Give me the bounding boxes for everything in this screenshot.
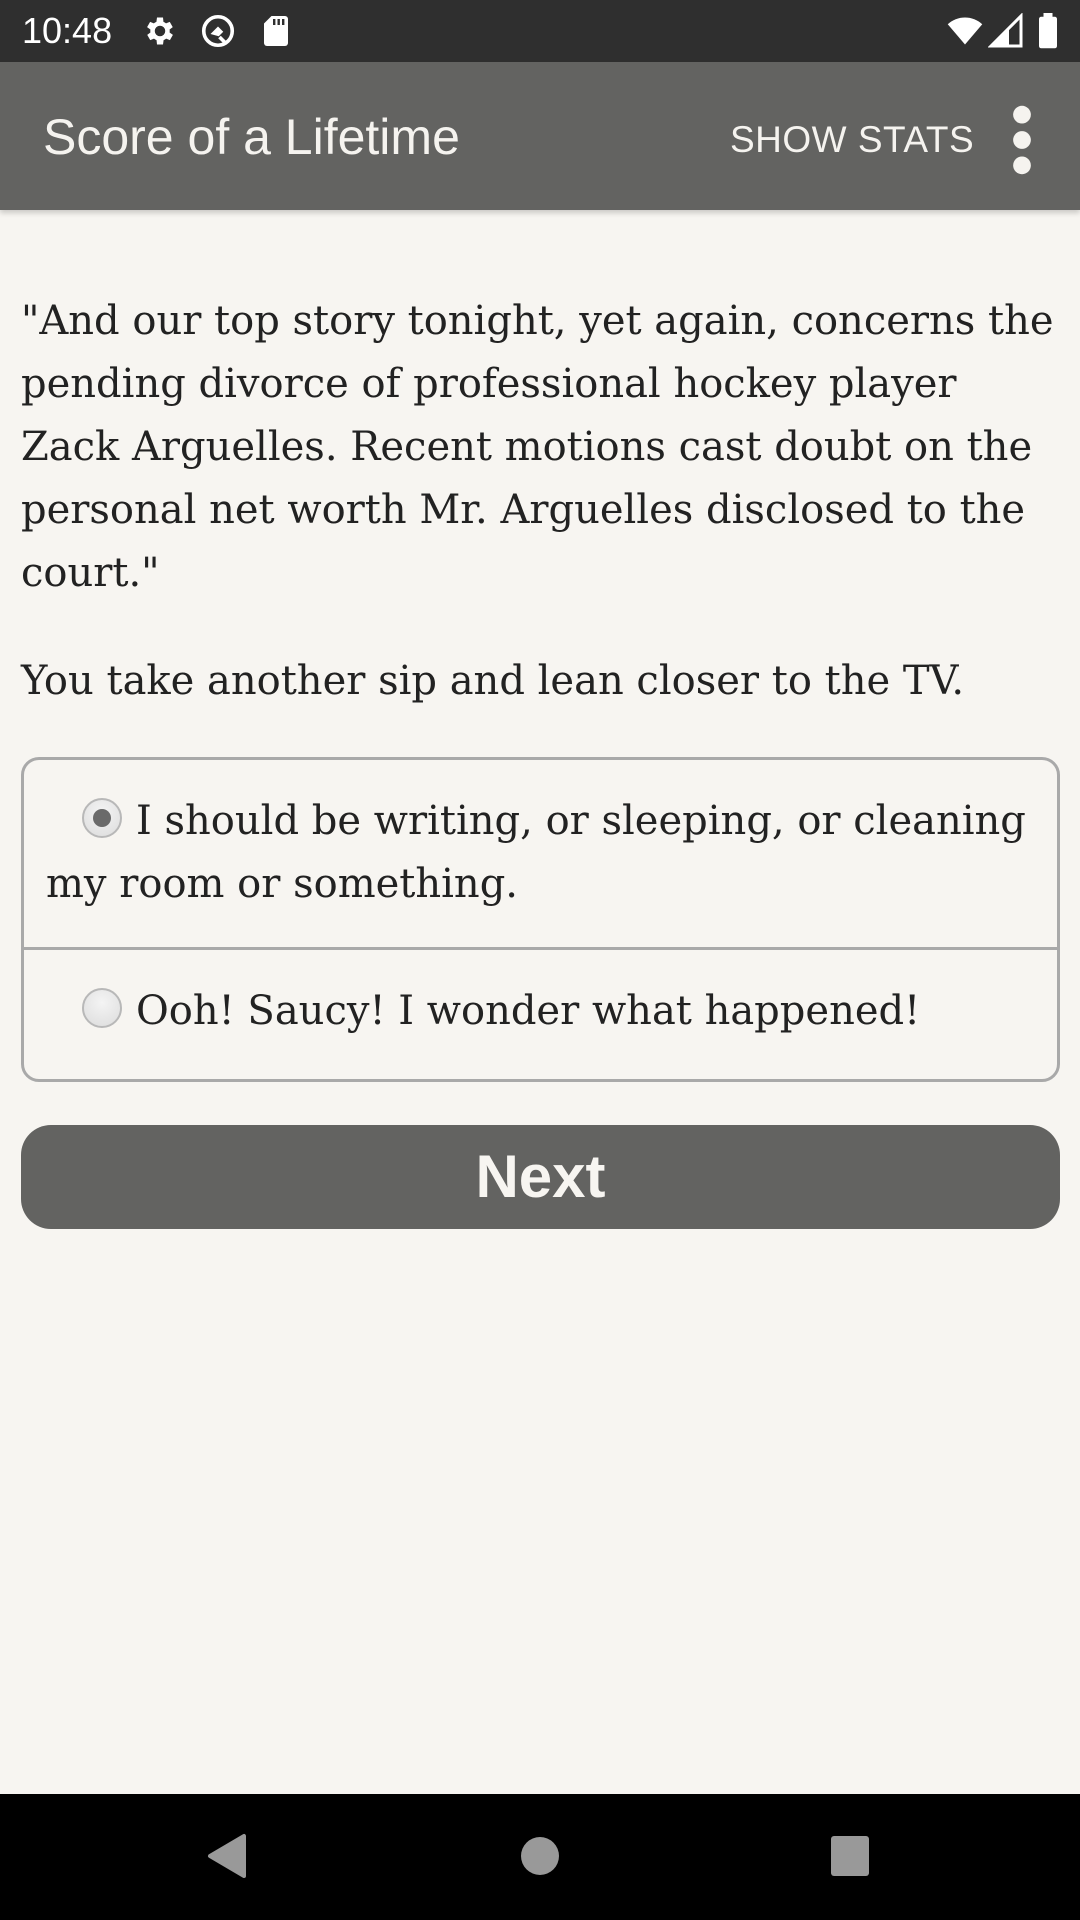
home-icon[interactable] — [510, 1830, 570, 1882]
choice-label: Ooh! Saucy! I wonder what happened! — [136, 988, 921, 1034]
app-title: Score of a Lifetime — [43, 109, 460, 165]
show-stats-button[interactable]: SHOW STATS — [722, 112, 982, 168]
choice-option-1[interactable]: I should be writing, or sleeping, or cle… — [24, 760, 1057, 950]
status-time: 10:48 — [22, 10, 113, 51]
choice-list: I should be writing, or sleeping, or cle… — [21, 757, 1060, 1082]
next-button[interactable]: Next — [21, 1125, 1060, 1229]
gear-icon — [142, 13, 178, 49]
back-icon[interactable] — [196, 1830, 256, 1882]
status-bar: 10:48 — [0, 0, 1080, 62]
radio-button[interactable] — [82, 988, 122, 1028]
wifi-icon — [944, 13, 986, 49]
cell-signal-icon — [988, 13, 1024, 49]
story-content: "And our top story tonight, yet again, c… — [21, 290, 1061, 704]
choice-label: I should be writing, or sleeping, or cle… — [46, 798, 1026, 907]
q-logo-icon — [200, 13, 236, 49]
battery-icon — [1034, 13, 1062, 49]
story-paragraph: "And our top story tonight, yet again, c… — [21, 298, 1054, 596]
radio-button-selected[interactable] — [82, 798, 122, 838]
more-vert-icon[interactable] — [1000, 102, 1044, 178]
navigation-bar — [0, 1794, 1080, 1920]
recents-icon[interactable] — [820, 1830, 880, 1882]
choice-option-2[interactable]: Ooh! Saucy! I wonder what happened! — [24, 950, 1057, 1079]
sd-card-icon — [258, 13, 294, 49]
story-paragraph: You take another sip and lean closer to … — [21, 658, 965, 704]
app-bar: Score of a Lifetime SHOW STATS — [0, 62, 1080, 210]
